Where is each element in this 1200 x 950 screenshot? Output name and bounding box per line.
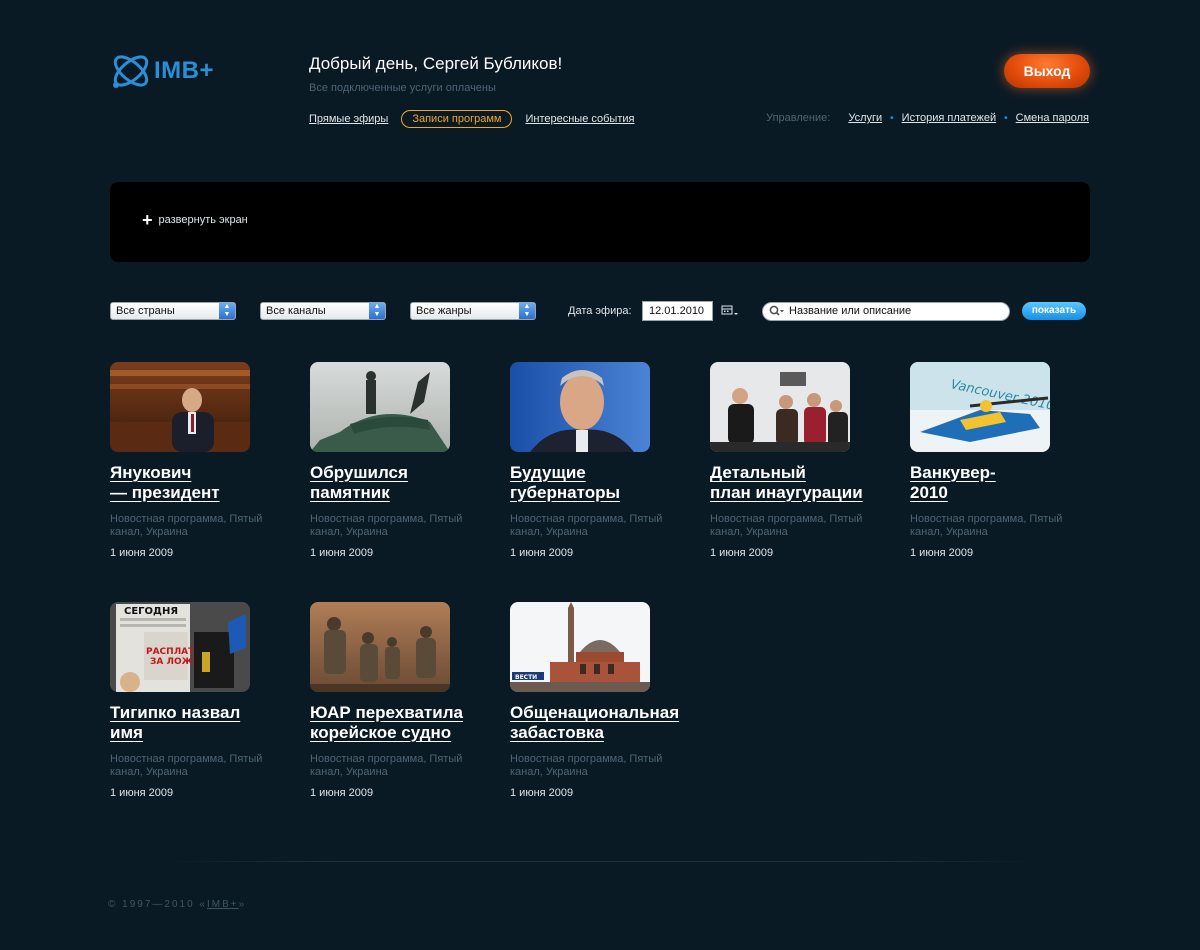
expand-screen-label: развернуть экран: [158, 214, 248, 226]
thumbnail-portrait[interactable]: [510, 362, 650, 452]
updown-arrow-icon: ▲ ▼: [519, 303, 535, 319]
greeting: Добрый день, Сергей Бубликов!: [309, 54, 563, 73]
manage-label: Управление:: [766, 112, 831, 124]
program-card[interactable]: СЕГОДНЯ РАСПЛАТА ЗА ЛОЖЬ Тигипко назвал …: [110, 602, 290, 799]
updown-arrow-icon: ▲ ▼: [219, 303, 235, 319]
card-date: 1 июня 2009: [110, 787, 174, 799]
program-card[interactable]: Vancouver 2010 Ванкувер- 2010 Новостная …: [910, 362, 1090, 559]
main-nav: Прямые эфиры Записи программ Интересные …: [309, 110, 654, 128]
footer-divider: [160, 861, 1040, 862]
manage-services-link[interactable]: Услуги: [848, 112, 882, 124]
program-card[interactable]: Будущие губернаторы Новостная программа,…: [510, 362, 690, 559]
card-meta: Новостная программа, Пятый канал, Украин…: [310, 513, 463, 538]
genre-select-value: Все жанры: [416, 305, 472, 317]
genre-select[interactable]: Все жанры ▲ ▼: [410, 302, 536, 320]
air-date-input[interactable]: 12.01.2010: [642, 301, 713, 321]
logo-text: IMB+: [154, 57, 215, 84]
copyright-text: © 1997—2010 «: [108, 899, 207, 910]
country-select[interactable]: Все страны ▲ ▼: [110, 302, 236, 320]
card-meta: Новостная программа, Пятый канал, Украин…: [510, 753, 663, 778]
card-meta: Новостная программа, Пятый канал, Украин…: [110, 753, 263, 778]
thumbnail-crowd[interactable]: [710, 362, 850, 452]
newspaper-headline: РАСПЛАТА: [146, 647, 201, 657]
account-management: Управление: Услуги • История платежей • …: [766, 112, 1089, 124]
channel-logo: ВЕСТИ: [515, 674, 537, 681]
newspaper-headline: ЗА ЛОЖЬ: [150, 657, 200, 667]
country-select-value: Все страны: [116, 305, 175, 317]
card-meta: Новостная программа, Пятый канал, Украин…: [910, 513, 1063, 538]
program-card[interactable]: Детальный план инаугурации Новостная про…: [710, 362, 890, 559]
program-card[interactable]: Обрушился памятник Новостная программа, …: [310, 362, 490, 559]
separator-dot: •: [1004, 112, 1008, 124]
thumbnail-parliament[interactable]: [110, 362, 250, 452]
thumbnail-monument[interactable]: [310, 362, 450, 452]
copyright-close: »: [238, 899, 247, 910]
separator-dot: •: [890, 112, 894, 124]
program-card[interactable]: ВЕСТИ Общенациональная забастовка Новост…: [510, 602, 690, 799]
nav-live[interactable]: Прямые эфиры: [309, 113, 388, 125]
air-date-label: Дата эфира:: [568, 305, 632, 317]
footer-copyright: © 1997—2010 «IMB+»: [108, 899, 246, 910]
expand-screen-button[interactable]: + развернуть экран: [142, 210, 248, 230]
thumbnail-mosque[interactable]: ВЕСТИ: [510, 602, 650, 692]
card-meta: Новостная программа, Пятый канал, Украин…: [710, 513, 863, 538]
thumbnail-newspaper[interactable]: СЕГОДНЯ РАСПЛАТА ЗА ЛОЖЬ: [110, 602, 250, 692]
search-icon: [769, 305, 784, 316]
search-placeholder: Название или описание: [789, 305, 912, 317]
card-date: 1 июня 2009: [710, 547, 774, 559]
video-player[interactable]: + развернуть экран: [110, 182, 1090, 262]
updown-arrow-icon: ▲ ▼: [369, 303, 385, 319]
card-title-link[interactable]: Общенациональная забастовка: [510, 703, 690, 743]
card-date: 1 июня 2009: [110, 547, 174, 559]
card-title-link[interactable]: Будущие губернаторы: [510, 463, 690, 503]
card-date: 1 июня 2009: [510, 547, 574, 559]
service-status: Все подключенные услуги оплачены: [309, 82, 496, 94]
nav-events[interactable]: Интересные события: [525, 113, 634, 125]
show-button[interactable]: показать: [1022, 302, 1086, 320]
channel-select-value: Все каналы: [266, 305, 326, 317]
calendar-icon[interactable]: [721, 305, 739, 317]
card-date: 1 июня 2009: [910, 547, 974, 559]
card-title-link[interactable]: Детальный план инаугурации: [710, 463, 890, 503]
manage-password-link[interactable]: Смена пароля: [1016, 112, 1089, 124]
card-title-link[interactable]: Ванкувер- 2010: [910, 463, 1090, 503]
plus-icon: +: [142, 210, 153, 230]
thumbnail-biathlon[interactable]: Vancouver 2010: [910, 362, 1050, 452]
program-card[interactable]: ЮАР перехватила корейское судно Новостна…: [310, 602, 490, 799]
logo[interactable]: IMB+: [110, 48, 230, 94]
card-title-link[interactable]: Обрушился памятник: [310, 463, 490, 503]
program-card[interactable]: Янукович — президент Новостная программа…: [110, 362, 290, 559]
card-meta: Новостная программа, Пятый канал, Украин…: [510, 513, 663, 538]
footer-brand-link[interactable]: IMB+: [207, 899, 239, 910]
manage-payments-link[interactable]: История платежей: [902, 112, 997, 124]
atom-logo-icon: [113, 55, 149, 88]
card-date: 1 июня 2009: [310, 547, 374, 559]
thumbnail-soldiers[interactable]: [310, 602, 450, 692]
card-title-link[interactable]: Янукович — президент: [110, 463, 290, 503]
card-meta: Новостная программа, Пятый канал, Украин…: [110, 513, 263, 538]
search-input[interactable]: Название или описание: [762, 302, 1010, 321]
newspaper-masthead: СЕГОДНЯ: [124, 606, 178, 617]
channel-select[interactable]: Все каналы ▲ ▼: [260, 302, 386, 320]
card-meta: Новостная программа, Пятый канал, Украин…: [310, 753, 463, 778]
card-date: 1 июня 2009: [310, 787, 374, 799]
card-title-link[interactable]: ЮАР перехватила корейское судно: [310, 703, 490, 743]
card-date: 1 июня 2009: [510, 787, 574, 799]
nav-recordings[interactable]: Записи программ: [401, 110, 513, 128]
logout-button[interactable]: Выход: [1004, 54, 1090, 88]
card-title-link[interactable]: Тигипко назвал имя: [110, 703, 290, 743]
